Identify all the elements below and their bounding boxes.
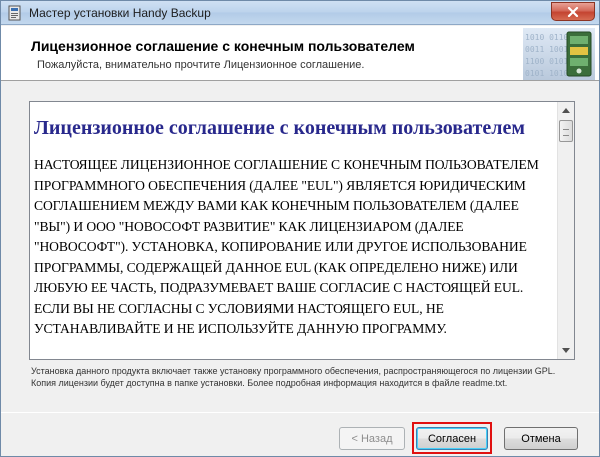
scroll-down-button[interactable] [558, 342, 574, 359]
svg-text:0101 1010: 0101 1010 [525, 69, 569, 78]
cancel-button[interactable]: Отмена [504, 427, 578, 450]
window-title: Мастер установки Handy Backup [29, 6, 211, 20]
agree-button[interactable]: Согласен [416, 427, 488, 450]
handy-backup-logo-icon: 1010 0110 0011 1001 1100 0101 0101 1010 [523, 28, 595, 80]
svg-text:1100 0101: 1100 0101 [525, 57, 569, 66]
gpl-note: Установка данного продукта включает такж… [31, 366, 556, 388]
license-content: Лицензионное соглашение с конечным польз… [30, 102, 558, 359]
vertical-scrollbar[interactable] [557, 102, 574, 359]
installer-app-icon [7, 5, 23, 21]
page-subtitle: Пожалуйста, внимательно прочтите Лицензи… [37, 59, 365, 71]
license-heading: Лицензионное соглашение с конечным польз… [34, 117, 525, 139]
back-button[interactable]: < Назад [339, 427, 405, 450]
wizard-header: Лицензионное соглашение с конечным польз… [1, 26, 599, 81]
license-body: НАСТОЯЩЕЕ ЛИЦЕНЗИОННОЕ СОГЛАШЕНИЕ С КОНЕ… [34, 157, 539, 336]
installer-window: Мастер установки Handy Backup Лицензионн… [0, 0, 600, 457]
scroll-down-arrow-icon [562, 348, 570, 353]
scroll-up-arrow-icon [562, 108, 570, 113]
footer-divider [1, 412, 599, 413]
license-text-area[interactable]: Лицензионное соглашение с конечным польз… [29, 101, 575, 360]
scroll-up-button[interactable] [558, 102, 574, 119]
page-title: Лицензионное соглашение с конечным польз… [31, 38, 415, 54]
title-bar[interactable]: Мастер установки Handy Backup [1, 1, 599, 25]
svg-text:1010 0110: 1010 0110 [525, 33, 569, 42]
svg-text:0011 1001: 0011 1001 [525, 45, 569, 54]
close-icon [567, 6, 579, 17]
close-button[interactable] [551, 2, 595, 21]
scroll-thumb[interactable] [559, 120, 573, 142]
